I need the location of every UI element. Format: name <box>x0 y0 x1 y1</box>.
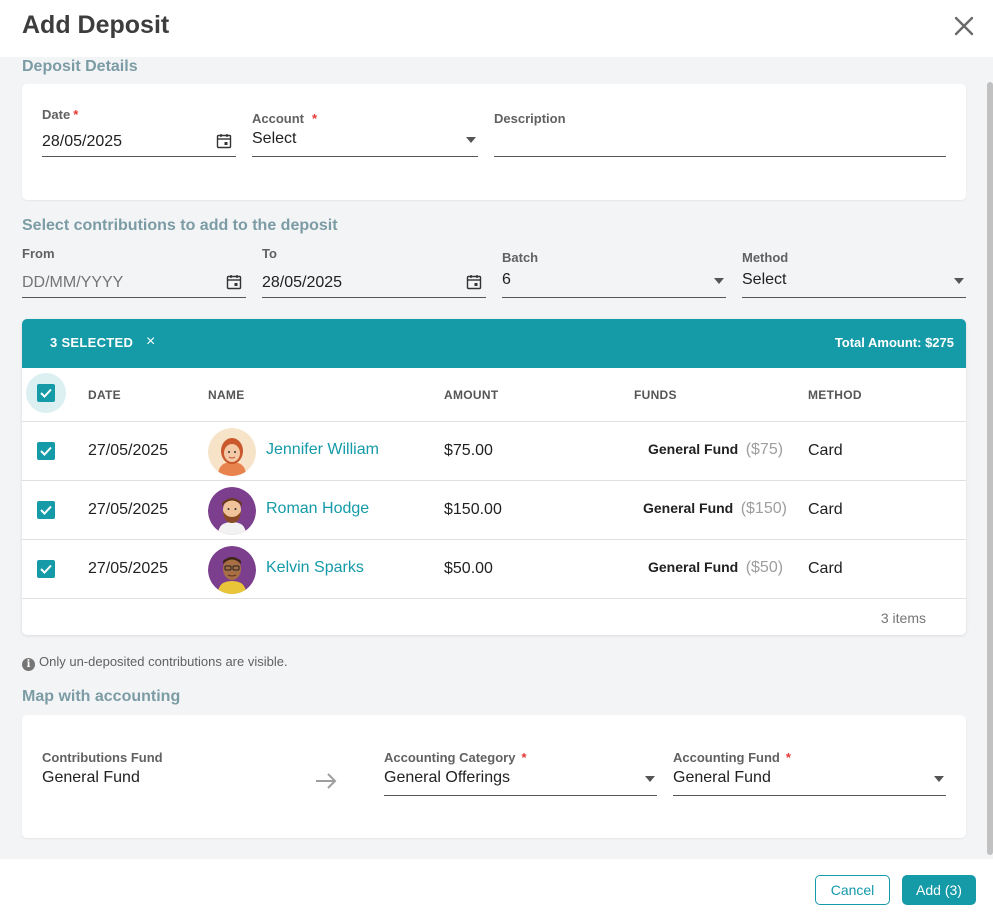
date-label: Date <box>42 107 71 122</box>
calendar-icon[interactable] <box>216 133 232 149</box>
add-button[interactable]: Add (3) <box>902 875 976 905</box>
items-count: 3 items <box>880 610 926 626</box>
column-header-funds[interactable]: FUNDS <box>634 388 677 402</box>
required-marker: * <box>73 107 79 122</box>
select-all-checkbox[interactable] <box>37 384 55 402</box>
row-funds: General Fund ($75) <box>648 441 784 458</box>
caret-down-icon[interactable] <box>714 278 724 284</box>
dialog-footer: Cancel Add (3) <box>0 859 993 916</box>
accounting-category-value[interactable]: General Offerings <box>384 769 510 787</box>
contributions-grid: 3 SELECTED × Total Amount: $275 DATE NAM… <box>22 319 966 635</box>
info-note-text: Only un-deposited contributions are visi… <box>39 654 288 669</box>
row-date: 27/05/2025 <box>88 442 169 459</box>
accounting-category-label: Accounting Category <box>384 750 516 765</box>
row-funds: General Fund ($150) <box>643 500 787 517</box>
accounting-category-select[interactable]: Accounting Category * General Offerings <box>384 750 657 796</box>
row-method: Card <box>808 560 843 577</box>
contributions-title: Select contributions to add to the depos… <box>22 217 338 234</box>
row-date: 27/05/2025 <box>88 501 169 518</box>
mapping-card: Contributions Fund General Fund Accounti… <box>22 715 966 838</box>
description-field[interactable]: Description <box>494 111 946 157</box>
table-row[interactable]: 27/05/2025 Roman Hodge $150.00 General F… <box>22 481 966 540</box>
arrow-right-icon <box>316 773 337 789</box>
dialog-title: Add Deposit <box>22 11 170 39</box>
column-header-name[interactable]: NAME <box>208 388 245 402</box>
description-label: Description <box>494 111 566 126</box>
scrollbar[interactable] <box>987 82 993 855</box>
row-checkbox[interactable] <box>37 442 55 460</box>
selection-toolbar: 3 SELECTED × Total Amount: $275 <box>22 319 966 368</box>
deposit-details-card: Date * 28/05/2025 Account * Select Descrip… <box>22 84 966 200</box>
row-funds: General Fund ($50) <box>648 559 784 576</box>
avatar <box>208 487 256 535</box>
avatar <box>208 546 256 594</box>
account-value[interactable]: Select <box>252 130 296 148</box>
to-date-input[interactable]: 28/05/2025 <box>262 274 342 292</box>
caret-down-icon[interactable] <box>954 278 964 284</box>
date-field[interactable]: Date * 28/05/2025 <box>42 107 236 157</box>
row-amount: $50.00 <box>444 560 493 577</box>
calendar-icon[interactable] <box>466 274 482 290</box>
column-header-date[interactable]: DATE <box>88 388 121 402</box>
accounting-fund-value[interactable]: General Fund <box>673 769 771 787</box>
row-checkbox[interactable] <box>37 560 55 578</box>
required-marker: * <box>521 750 527 765</box>
account-select[interactable]: Account * Select <box>252 111 478 157</box>
info-icon: i <box>22 658 35 671</box>
avatar <box>208 428 256 476</box>
caret-down-icon[interactable] <box>466 137 476 143</box>
batch-label: Batch <box>502 250 539 265</box>
row-checkbox[interactable] <box>37 501 55 519</box>
method-label: Method <box>742 250 789 265</box>
row-amount: $150.00 <box>444 501 502 518</box>
row-amount: $75.00 <box>444 442 493 459</box>
to-date-field[interactable]: To 28/05/2025 <box>262 246 486 298</box>
from-label: From <box>22 246 55 261</box>
required-marker: * <box>785 750 791 765</box>
table-row[interactable]: 27/05/2025 Jennifer William $75.00 Gener… <box>22 422 966 481</box>
accounting-fund-select[interactable]: Accounting Fund * General Fund <box>673 750 946 796</box>
date-input[interactable]: 28/05/2025 <box>42 133 122 151</box>
grid-footer: 3 items <box>22 599 966 635</box>
from-date-field[interactable]: From DD/MM/YYYY <box>22 246 246 298</box>
required-marker: * <box>312 111 318 126</box>
caret-down-icon[interactable] <box>934 776 944 782</box>
batch-select[interactable]: Batch 6 <box>502 250 726 298</box>
contributor-name-link[interactable]: Jennifer William <box>266 441 379 459</box>
column-header-amount[interactable]: AMOUNT <box>444 388 498 402</box>
contributions-fund-value: General Fund <box>42 769 140 786</box>
method-value[interactable]: Select <box>742 271 786 289</box>
dialog-header: Add Deposit <box>0 0 993 57</box>
info-note: i Only un-deposited contributions are vis… <box>22 654 288 671</box>
to-label: To <box>262 246 277 261</box>
from-date-input[interactable]: DD/MM/YYYY <box>22 274 123 292</box>
contributor-name-link[interactable]: Roman Hodge <box>266 500 369 518</box>
table-row[interactable]: 27/05/2025 Kelvin Sparks $50.00 General … <box>22 540 966 599</box>
calendar-icon[interactable] <box>226 274 242 290</box>
row-date: 27/05/2025 <box>88 560 169 577</box>
method-select[interactable]: Method Select <box>742 250 966 298</box>
contributor-name-link[interactable]: Kelvin Sparks <box>266 559 364 577</box>
cancel-button[interactable]: Cancel <box>815 875 890 905</box>
dialog-body[interactable]: Deposit Details Date * 28/05/2025 Account… <box>0 57 993 859</box>
account-label: Account <box>252 111 304 126</box>
accounting-fund-label: Accounting Fund <box>673 750 780 765</box>
deposit-details-title: Deposit Details <box>22 58 138 75</box>
contributions-fund: Contributions Fund General Fund <box>42 750 282 787</box>
contributions-fund-label: Contributions Fund <box>42 750 163 765</box>
row-method: Card <box>808 442 843 459</box>
caret-down-icon[interactable] <box>645 776 655 782</box>
close-icon[interactable] <box>950 12 978 40</box>
row-method: Card <box>808 501 843 518</box>
clear-selection-icon[interactable]: × <box>146 333 155 351</box>
column-header-method[interactable]: METHOD <box>808 388 862 402</box>
total-amount: Total Amount: $275 <box>834 335 954 350</box>
selected-count: 3 SELECTED <box>50 335 134 350</box>
grid-header: DATE NAME AMOUNT FUNDS METHOD <box>22 368 966 422</box>
mapping-title: Map with accounting <box>22 688 181 705</box>
batch-value[interactable]: 6 <box>502 271 511 289</box>
